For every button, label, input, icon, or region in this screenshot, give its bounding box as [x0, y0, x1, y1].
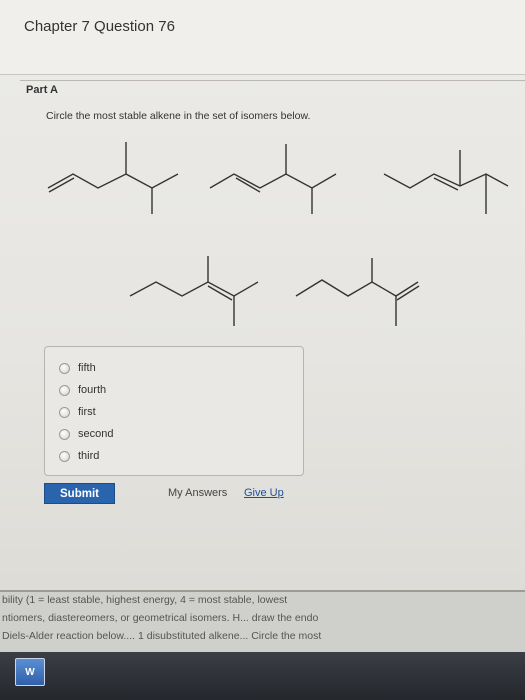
radio-button[interactable] — [59, 450, 70, 462]
molecule-3 — [383, 150, 509, 214]
molecule-5 — [295, 258, 420, 326]
word-app-icon[interactable]: W — [15, 658, 45, 686]
question-page: Chapter 7 Question 76 Part A Circle the … — [0, 0, 525, 590]
choice-third[interactable]: third — [59, 448, 99, 464]
give-up-link[interactable]: Give Up — [244, 487, 284, 499]
part-divider — [20, 80, 525, 81]
choice-fifth[interactable]: fifth — [59, 360, 96, 376]
my-answers-link[interactable]: My Answers — [168, 487, 227, 499]
radio-button[interactable] — [59, 428, 70, 440]
question-prompt: Circle the most stable alkene in the set… — [46, 110, 311, 122]
document-text-line: Diels-Alder reaction below.... 1 disubst… — [2, 630, 322, 642]
choice-second[interactable]: second — [59, 426, 113, 442]
page-header: Chapter 7 Question 76 — [0, 0, 525, 75]
molecule-1 — [47, 142, 179, 214]
answer-choices: fifth fourth first second third — [44, 346, 304, 476]
radio-button[interactable] — [59, 384, 70, 396]
part-label: Part A — [26, 84, 58, 96]
choice-label: fifth — [78, 362, 96, 374]
alkene-structures — [47, 142, 509, 326]
page-title: Chapter 7 Question 76 — [24, 18, 175, 35]
choice-fourth[interactable]: fourth — [59, 382, 106, 398]
radio-button[interactable] — [59, 362, 70, 374]
choice-label: second — [78, 428, 114, 440]
document-text-line: ntiomers, diastereomers, or geometrical … — [2, 612, 319, 624]
molecule-4 — [129, 256, 259, 326]
submit-button[interactable]: Submit — [44, 483, 115, 504]
radio-button[interactable] — [59, 406, 70, 418]
document-text-line: bility (1 = least stable, highest energy… — [2, 594, 288, 606]
choice-label: third — [78, 450, 100, 462]
background-document-window: bility (1 = least stable, highest energy… — [0, 590, 525, 654]
molecule-2 — [209, 144, 337, 214]
choice-first[interactable]: first — [59, 404, 96, 420]
choice-label: fourth — [78, 384, 107, 396]
choice-label: first — [78, 406, 96, 418]
taskbar: W — [0, 652, 525, 700]
